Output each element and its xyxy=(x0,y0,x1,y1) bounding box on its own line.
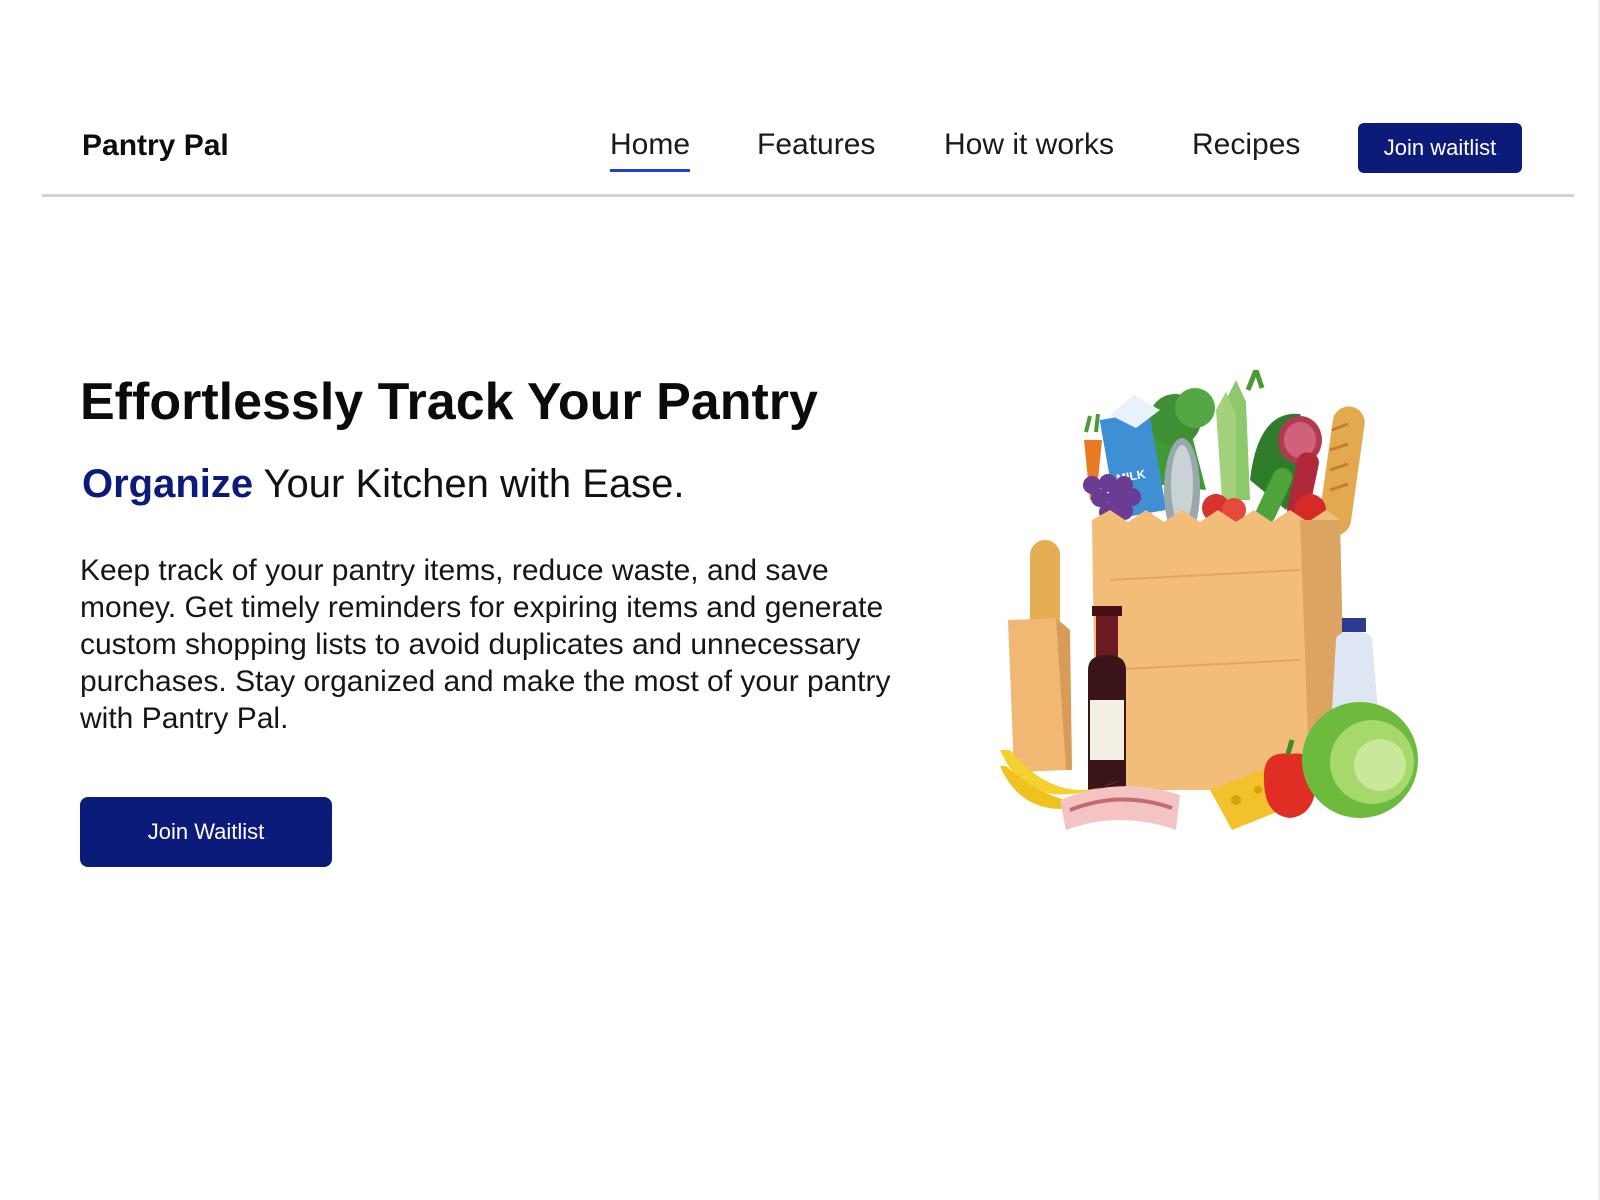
join-waitlist-hero-button[interactable]: Join Waitlist xyxy=(80,797,332,867)
nav-link-home[interactable]: Home xyxy=(610,128,691,172)
hero-subtitle-highlight: Organize xyxy=(82,462,254,506)
nav-link-how-it-works[interactable]: How it works xyxy=(944,128,1114,162)
hero-subtitle-rest: Your Kitchen with Ease. xyxy=(253,462,685,506)
grocery-bag-illustration: MILK xyxy=(1000,370,1418,830)
hero-title: Effortlessly Track Your Pantry xyxy=(80,373,818,431)
nav-link-recipes[interactable]: Recipes xyxy=(1192,128,1300,162)
hero-subtitle: Organize Your Kitchen with Ease. xyxy=(82,462,685,507)
join-waitlist-nav-button[interactable]: Join waitlist xyxy=(1358,123,1522,173)
nav-divider xyxy=(42,194,1574,197)
nav-link-features[interactable]: Features xyxy=(757,128,875,162)
top-navigation: Pantry Pal Home Features How it works Re… xyxy=(0,0,1600,200)
brand-logo-text[interactable]: Pantry Pal xyxy=(82,129,229,163)
hero-description: Keep track of your pantry items, reduce … xyxy=(80,554,891,735)
